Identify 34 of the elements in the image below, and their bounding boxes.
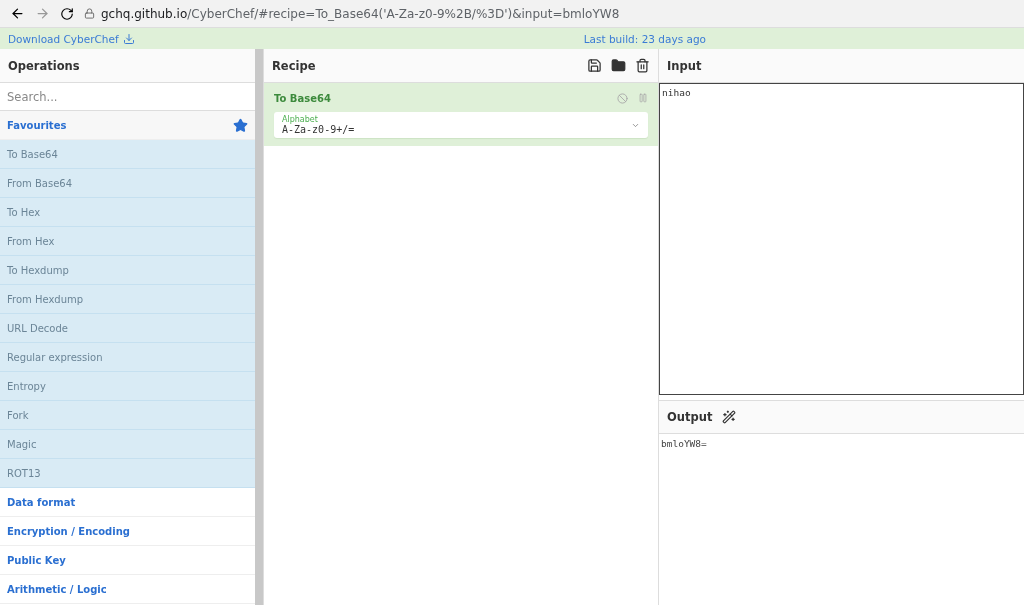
step-title: To Base64: [274, 93, 331, 104]
input-header: Input: [659, 49, 1024, 83]
operation-item[interactable]: To Hex: [0, 198, 256, 227]
magic-wand-icon[interactable]: [722, 410, 737, 424]
operation-item[interactable]: ROT13: [0, 459, 256, 488]
star-icon: [233, 117, 248, 133]
operation-item[interactable]: Entropy: [0, 372, 256, 401]
download-link[interactable]: Download CyberChef: [8, 32, 135, 45]
recipe-header: Recipe: [264, 49, 658, 83]
scrollbar[interactable]: [255, 49, 263, 605]
folder-icon[interactable]: [611, 58, 626, 73]
lock-icon: [84, 8, 95, 19]
operation-item[interactable]: Magic: [0, 430, 256, 459]
operation-item[interactable]: From Hex: [0, 227, 256, 256]
output-header: Output: [659, 400, 1024, 434]
output-text: bmloYW8=: [660, 437, 708, 451]
save-icon[interactable]: [587, 58, 602, 73]
operation-item[interactable]: From Hexdump: [0, 285, 256, 314]
reload-icon[interactable]: [60, 6, 74, 21]
build-info: Last build: 23 days ago: [583, 32, 706, 45]
operation-item[interactable]: From Base64: [0, 169, 256, 198]
alphabet-dropdown[interactable]: Alphabet A-Za-z0-9+/=: [274, 112, 648, 138]
category-header[interactable]: Favourites: [0, 111, 256, 140]
operation-item[interactable]: To Base64: [0, 140, 256, 169]
operation-item[interactable]: URL Decode: [0, 314, 256, 343]
url-text: gchq.github.io/CyberChef/#recipe=To_Base64('A-Za-z0-9%2B/%3D')&input=bmloYW8: [101, 6, 620, 21]
forward-icon[interactable]: [35, 6, 50, 21]
operation-item[interactable]: Fork: [0, 401, 256, 430]
download-icon: [122, 32, 135, 45]
input-field[interactable]: nihao: [659, 83, 1024, 395]
back-icon[interactable]: [10, 6, 25, 21]
trash-icon[interactable]: [635, 58, 650, 73]
operation-item[interactable]: To Hexdump: [0, 256, 256, 285]
operation-item[interactable]: Regular expression: [0, 343, 256, 372]
